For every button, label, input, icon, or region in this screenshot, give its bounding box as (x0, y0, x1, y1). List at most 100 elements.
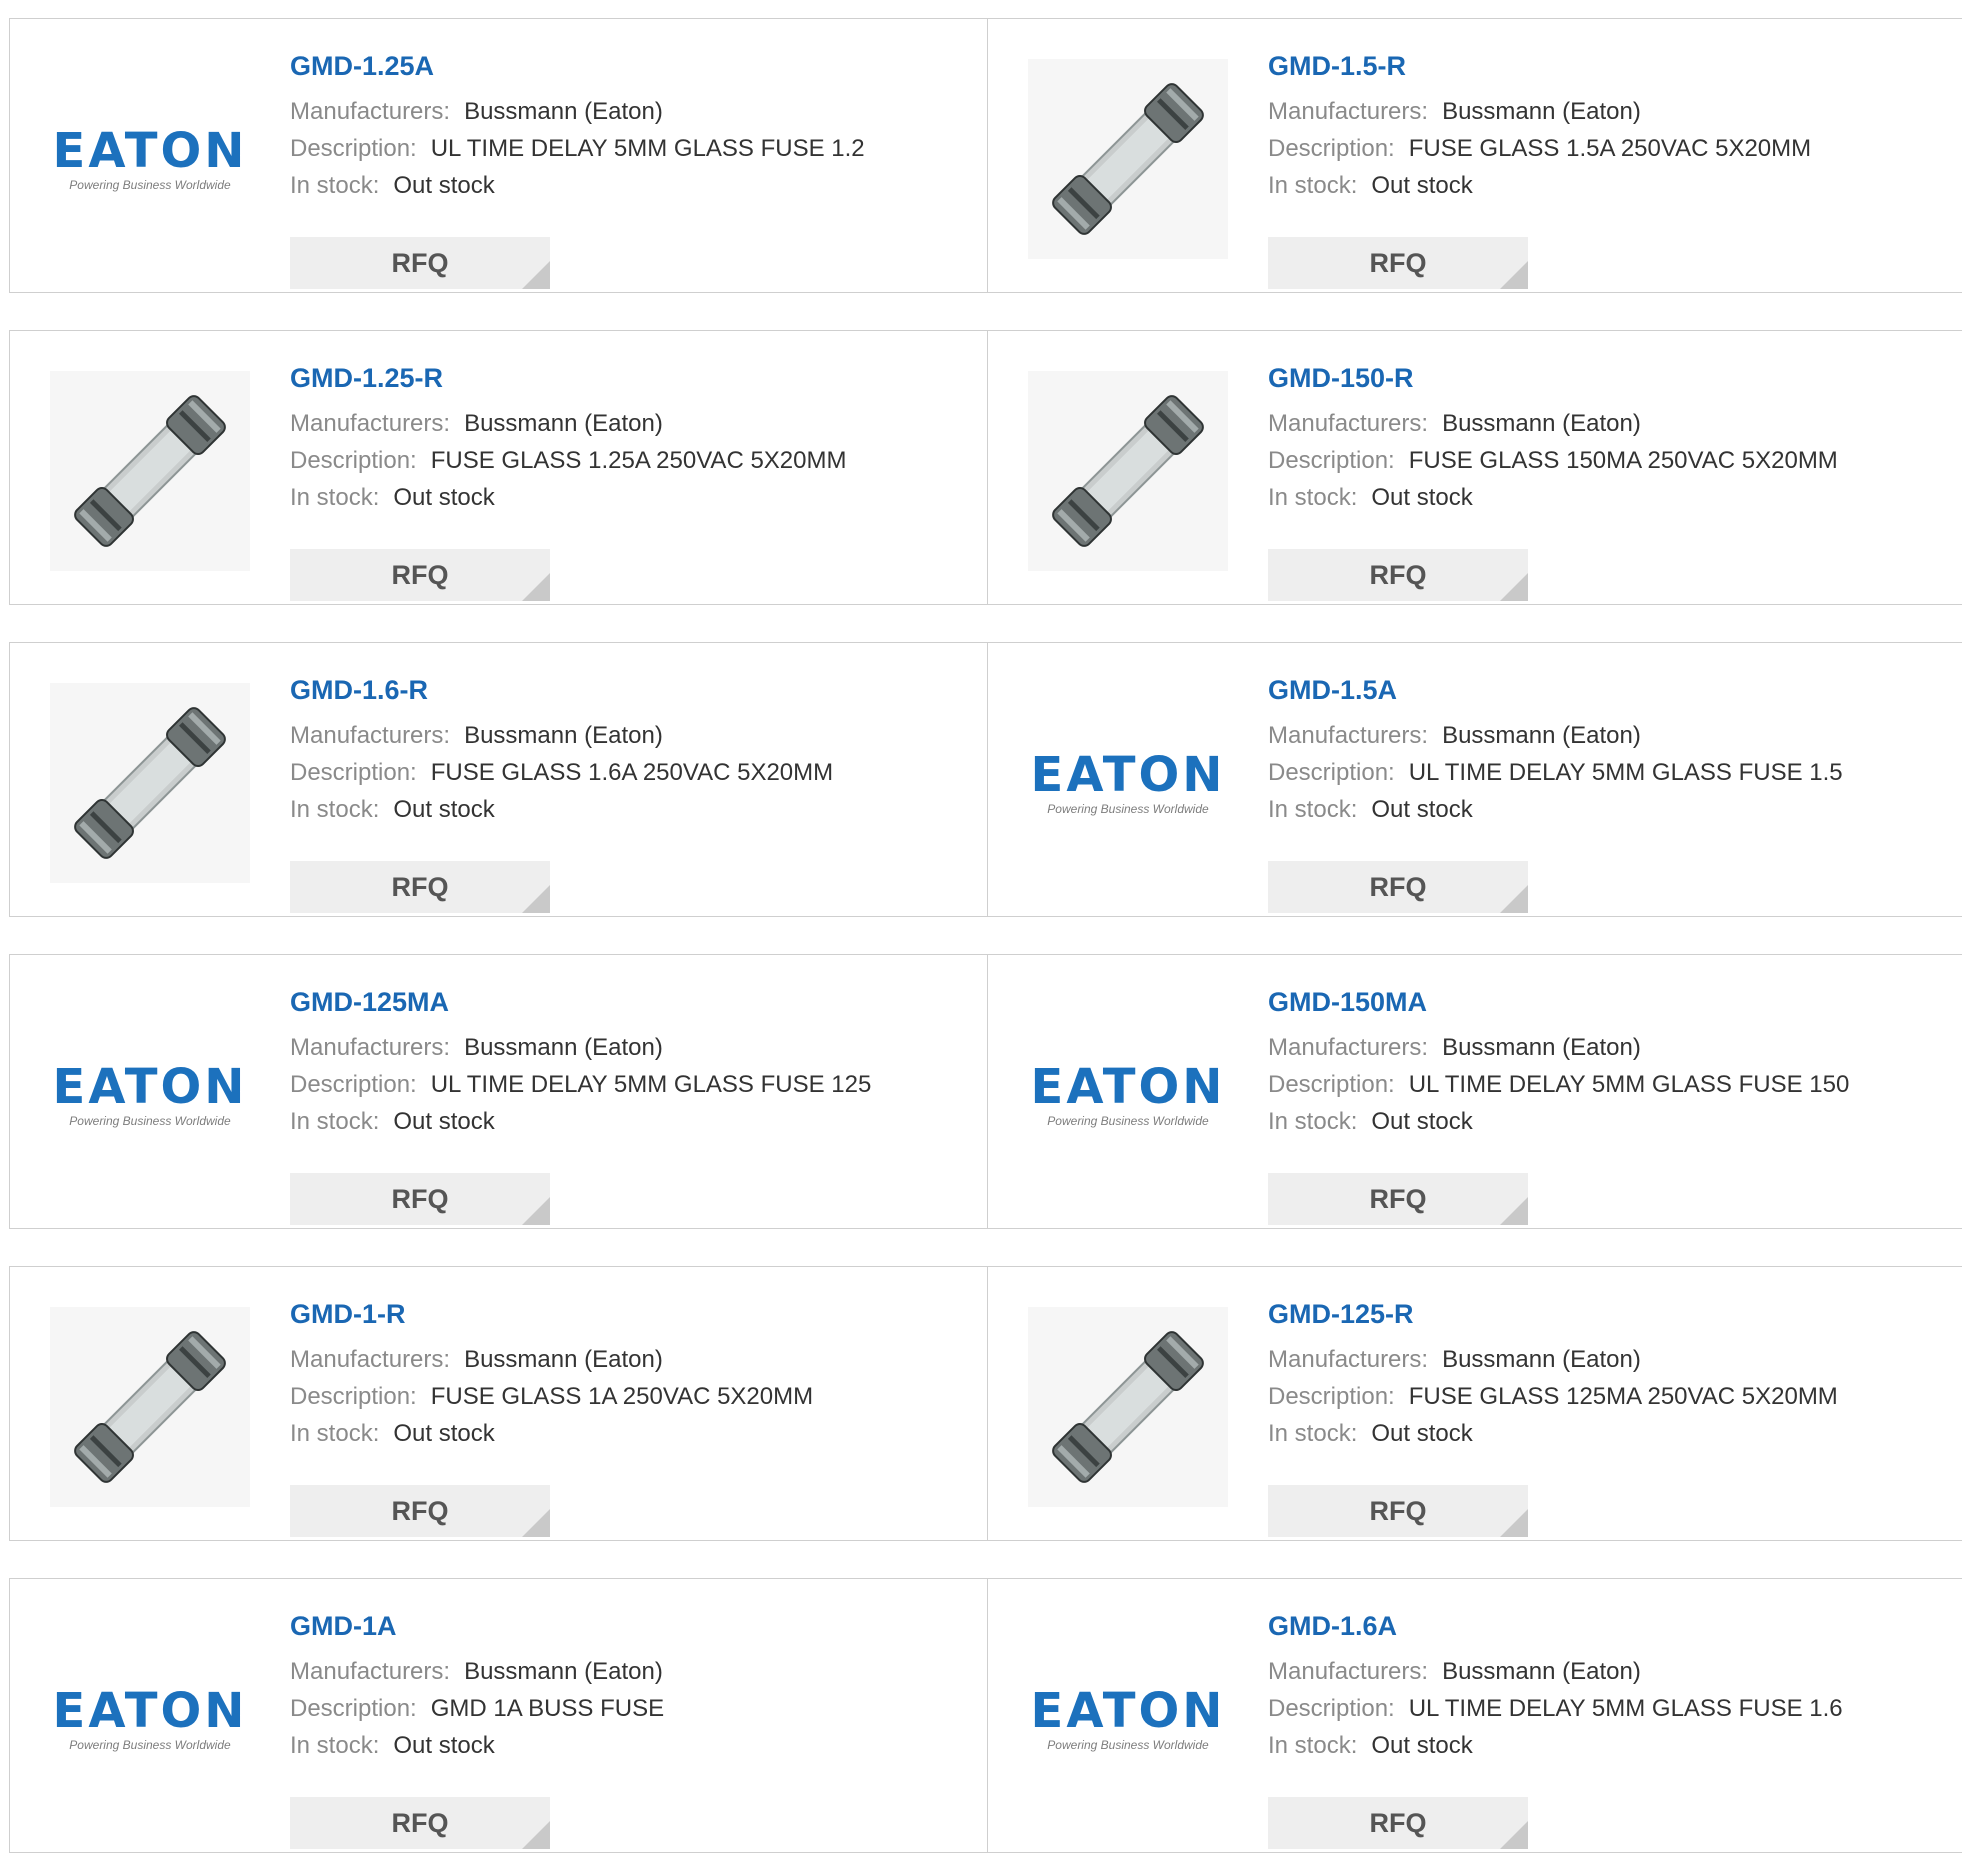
product-thumbnail[interactable] (50, 1307, 250, 1507)
rfq-button[interactable]: RFQ (290, 861, 550, 913)
product-part-number-link[interactable]: GMD-125MA (290, 985, 970, 1019)
manufacturer-row: Manufacturers: Bussmann (Eaton) (1268, 1029, 1948, 1066)
product-card: EATON Powering Business Worldwide GMD-1.… (987, 642, 1962, 917)
product-thumbnail[interactable]: EATON Powering Business Worldwide (1028, 1619, 1228, 1819)
product-part-number-link[interactable]: GMD-1.6A (1268, 1609, 1948, 1643)
product-info: GMD-1-R Manufacturers: Bussmann (Eaton) D… (290, 1297, 970, 1537)
product-part-number-link[interactable]: GMD-125-R (1268, 1297, 1948, 1331)
rfq-button[interactable]: RFQ (1268, 1797, 1528, 1849)
fuse-image (1052, 395, 1204, 547)
description-label: Description: (1268, 1071, 1395, 1098)
rfq-button[interactable]: RFQ (290, 549, 550, 601)
rfq-button-label: RFQ (391, 871, 449, 902)
rfq-button[interactable]: RFQ (1268, 1485, 1528, 1537)
description-label: Description: (1268, 759, 1395, 786)
stock-label: In stock: (290, 1108, 380, 1135)
product-part-number-link[interactable]: GMD-1.25A (290, 49, 970, 83)
eaton-logo: EATON Powering Business Worldwide (1031, 1686, 1226, 1752)
stock-row: In stock: Out stock (1268, 1103, 1948, 1140)
rfq-button-label: RFQ (1369, 559, 1427, 590)
description-row: Description: FUSE GLASS 1.25A 250VAC 5X20… (290, 442, 970, 479)
rfq-button[interactable]: RFQ (1268, 237, 1528, 289)
rfq-button[interactable]: RFQ (1268, 1173, 1528, 1225)
manufacturer-value: Bussmann (Eaton) (464, 1346, 663, 1373)
product-part-number-link[interactable]: GMD-1.5-R (1268, 49, 1948, 83)
rfq-button-label: RFQ (1369, 1183, 1427, 1214)
logo-tagline: Powering Business Worldwide (1047, 802, 1209, 816)
product-part-number-link[interactable]: GMD-1.6-R (290, 673, 970, 707)
manufacturer-value: Bussmann (Eaton) (1442, 722, 1641, 749)
manufacturer-value: Bussmann (Eaton) (464, 98, 663, 125)
description-value: FUSE GLASS 150MA 250VAC 5X20MM (1408, 447, 1838, 474)
product-thumbnail[interactable] (50, 683, 250, 883)
rfq-button[interactable]: RFQ (1268, 549, 1528, 601)
product-part-number-link[interactable]: GMD-150MA (1268, 985, 1948, 1019)
product-thumbnail[interactable] (1028, 1307, 1228, 1507)
rfq-button-label: RFQ (391, 1807, 449, 1838)
description-label: Description: (290, 135, 417, 162)
product-thumbnail[interactable] (1028, 59, 1228, 259)
rfq-button-label: RFQ (391, 1183, 449, 1214)
description-row: Description: UL TIME DELAY 5MM GLASS FUSE… (290, 130, 970, 167)
stock-label: In stock: (1268, 172, 1358, 199)
product-thumbnail[interactable]: EATON Powering Business Worldwide (50, 1619, 250, 1819)
manufacturer-row: Manufacturers: Bussmann (Eaton) (290, 717, 970, 754)
stock-value: Out stock (393, 484, 495, 511)
manufacturer-value: Bussmann (Eaton) (464, 1034, 663, 1061)
rfq-button[interactable]: RFQ (1268, 861, 1528, 913)
manufacturer-row: Manufacturers: Bussmann (Eaton) (1268, 93, 1948, 130)
product-thumbnail[interactable]: EATON Powering Business Worldwide (50, 995, 250, 1195)
rfq-button-label: RFQ (1369, 1495, 1427, 1526)
fuse-image (1052, 83, 1204, 235)
description-label: Description: (1268, 135, 1395, 162)
description-value: FUSE GLASS 1.5A 250VAC 5X20MM (1408, 135, 1812, 162)
corner-triangle-icon (522, 1197, 550, 1225)
product-part-number-link[interactable]: GMD-1.25-R (290, 361, 970, 395)
stock-row: In stock: Out stock (290, 1103, 970, 1140)
rfq-button[interactable]: RFQ (290, 1797, 550, 1849)
manufacturer-row: Manufacturers: Bussmann (Eaton) (290, 1029, 970, 1066)
product-card: EATON Powering Business Worldwide GMD-1.… (987, 1578, 1962, 1853)
rfq-button[interactable]: RFQ (290, 1173, 550, 1225)
corner-triangle-icon (1500, 1821, 1528, 1849)
product-thumbnail[interactable]: EATON Powering Business Worldwide (50, 59, 250, 259)
eaton-logo: EATON Powering Business Worldwide (53, 1686, 248, 1752)
description-label: Description: (290, 1071, 417, 1098)
manufacturer-row: Manufacturers: Bussmann (Eaton) (290, 1653, 970, 1690)
rfq-button[interactable]: RFQ (290, 1485, 550, 1537)
product-thumbnail[interactable] (1028, 371, 1228, 571)
logo-wordmark: EATON (1030, 1683, 1226, 1739)
rfq-button[interactable]: RFQ (290, 237, 550, 289)
description-row: Description: FUSE GLASS 150MA 250VAC 5X20… (1268, 442, 1948, 479)
description-value: UL TIME DELAY 5MM GLASS FUSE 150 (1408, 1071, 1850, 1098)
manufacturer-row: Manufacturers: Bussmann (Eaton) (1268, 717, 1948, 754)
stock-row: In stock: Out stock (290, 479, 970, 516)
product-info: GMD-1.6A Manufacturers: Bussmann (Eaton) … (1268, 1609, 1948, 1849)
description-value: GMD 1A BUSS FUSE (430, 1695, 665, 1722)
corner-triangle-icon (522, 261, 550, 289)
manufacturer-label: Manufacturers: (1268, 1034, 1429, 1061)
corner-triangle-icon (522, 573, 550, 601)
product-thumbnail[interactable]: EATON Powering Business Worldwide (1028, 995, 1228, 1195)
product-info: GMD-1.5A Manufacturers: Bussmann (Eaton) … (1268, 673, 1948, 913)
stock-value: Out stock (1371, 484, 1473, 511)
description-value: UL TIME DELAY 5MM GLASS FUSE 1.2 (430, 135, 865, 162)
product-part-number-link[interactable]: GMD-1A (290, 1609, 970, 1643)
rfq-button-label: RFQ (1369, 871, 1427, 902)
stock-row: In stock: Out stock (1268, 1727, 1948, 1764)
manufacturer-value: Bussmann (Eaton) (1442, 98, 1641, 125)
product-part-number-link[interactable]: GMD-1-R (290, 1297, 970, 1331)
description-label: Description: (1268, 1695, 1395, 1722)
manufacturer-row: Manufacturers: Bussmann (Eaton) (290, 405, 970, 442)
stock-value: Out stock (1371, 1420, 1473, 1447)
product-part-number-link[interactable]: GMD-1.5A (1268, 673, 1948, 707)
description-row: Description: GMD 1A BUSS FUSE (290, 1690, 970, 1727)
product-thumbnail[interactable] (50, 371, 250, 571)
manufacturer-row: Manufacturers: Bussmann (Eaton) (290, 93, 970, 130)
manufacturer-label: Manufacturers: (290, 98, 451, 125)
logo-tagline: Powering Business Worldwide (69, 178, 231, 192)
product-info: GMD-1.25A Manufacturers: Bussmann (Eaton)… (290, 49, 970, 289)
product-part-number-link[interactable]: GMD-150-R (1268, 361, 1948, 395)
stock-label: In stock: (290, 796, 380, 823)
product-thumbnail[interactable]: EATON Powering Business Worldwide (1028, 683, 1228, 883)
